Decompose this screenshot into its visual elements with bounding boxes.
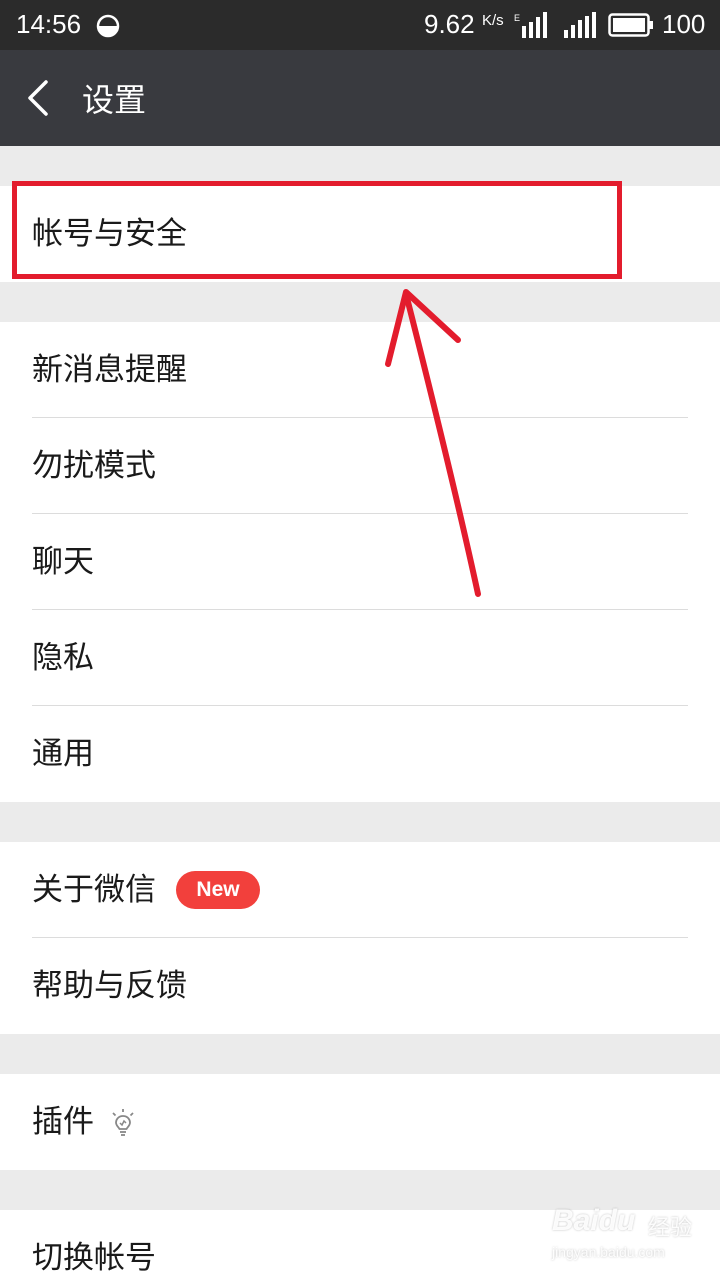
- settings-item-label: 新消息提醒: [32, 352, 187, 388]
- watermark-url: jingyan.baidu.com: [552, 1244, 665, 1260]
- status-bar: 14:56 9.62 K/s E 100: [0, 0, 720, 50]
- settings-item-chat[interactable]: 聊天: [0, 514, 720, 610]
- battery-level: 100: [662, 9, 706, 39]
- settings-item-label: 帮助与反馈: [32, 968, 187, 1004]
- half-circle-icon: [96, 14, 120, 38]
- svg-text:E: E: [514, 13, 520, 23]
- settings-item-label: 关于微信: [32, 872, 156, 908]
- settings-item-help-feedback[interactable]: 帮助与反馈: [0, 938, 720, 1034]
- settings-item-account-security[interactable]: 帐号与安全: [0, 186, 720, 282]
- net-speed: 9.62: [424, 9, 475, 39]
- settings-item-label: 聊天: [32, 544, 94, 580]
- settings-item-label: 插件: [32, 1104, 94, 1140]
- settings-item-privacy[interactable]: 隐私: [0, 610, 720, 706]
- settings-group-about: 关于微信 New 帮助与反馈: [0, 842, 720, 1034]
- settings-item-about[interactable]: 关于微信 New: [0, 842, 720, 938]
- net-speed-unit: K/s: [482, 12, 504, 29]
- settings-item-label: 隐私: [32, 640, 94, 676]
- settings-group-plugins: 插件: [0, 1074, 720, 1170]
- settings-item-label: 通用: [32, 736, 94, 772]
- page-title: 设置: [82, 81, 147, 119]
- settings-group-general: 新消息提醒 勿扰模式 聊天 隐私 通用: [0, 322, 720, 802]
- watermark-logo: Baidu: [552, 1204, 636, 1237]
- signal-e-icon: E: [514, 12, 547, 38]
- settings-item-label: 帐号与安全: [32, 216, 187, 252]
- settings-group-account: 帐号与安全: [0, 186, 720, 282]
- settings-item-label: 切换帐号: [32, 1240, 156, 1276]
- chevron-left-icon[interactable]: [22, 78, 56, 118]
- new-badge: New: [176, 871, 260, 909]
- watermark: Baidu 经验 jingyan.baidu.com: [552, 1196, 712, 1266]
- settings-item-notifications[interactable]: 新消息提醒: [0, 322, 720, 418]
- settings-item-plugins[interactable]: 插件: [0, 1074, 720, 1170]
- status-time: 14:56: [16, 9, 82, 39]
- settings-item-label: 勿扰模式: [32, 448, 156, 484]
- lightbulb-icon: [112, 1109, 134, 1136]
- signal-icon: [564, 12, 596, 38]
- settings-item-do-not-disturb[interactable]: 勿扰模式: [0, 418, 720, 514]
- settings-item-general[interactable]: 通用: [0, 706, 720, 802]
- app-header: 设置: [0, 50, 720, 146]
- watermark-label: 经验: [648, 1216, 693, 1241]
- battery-icon: [608, 13, 653, 37]
